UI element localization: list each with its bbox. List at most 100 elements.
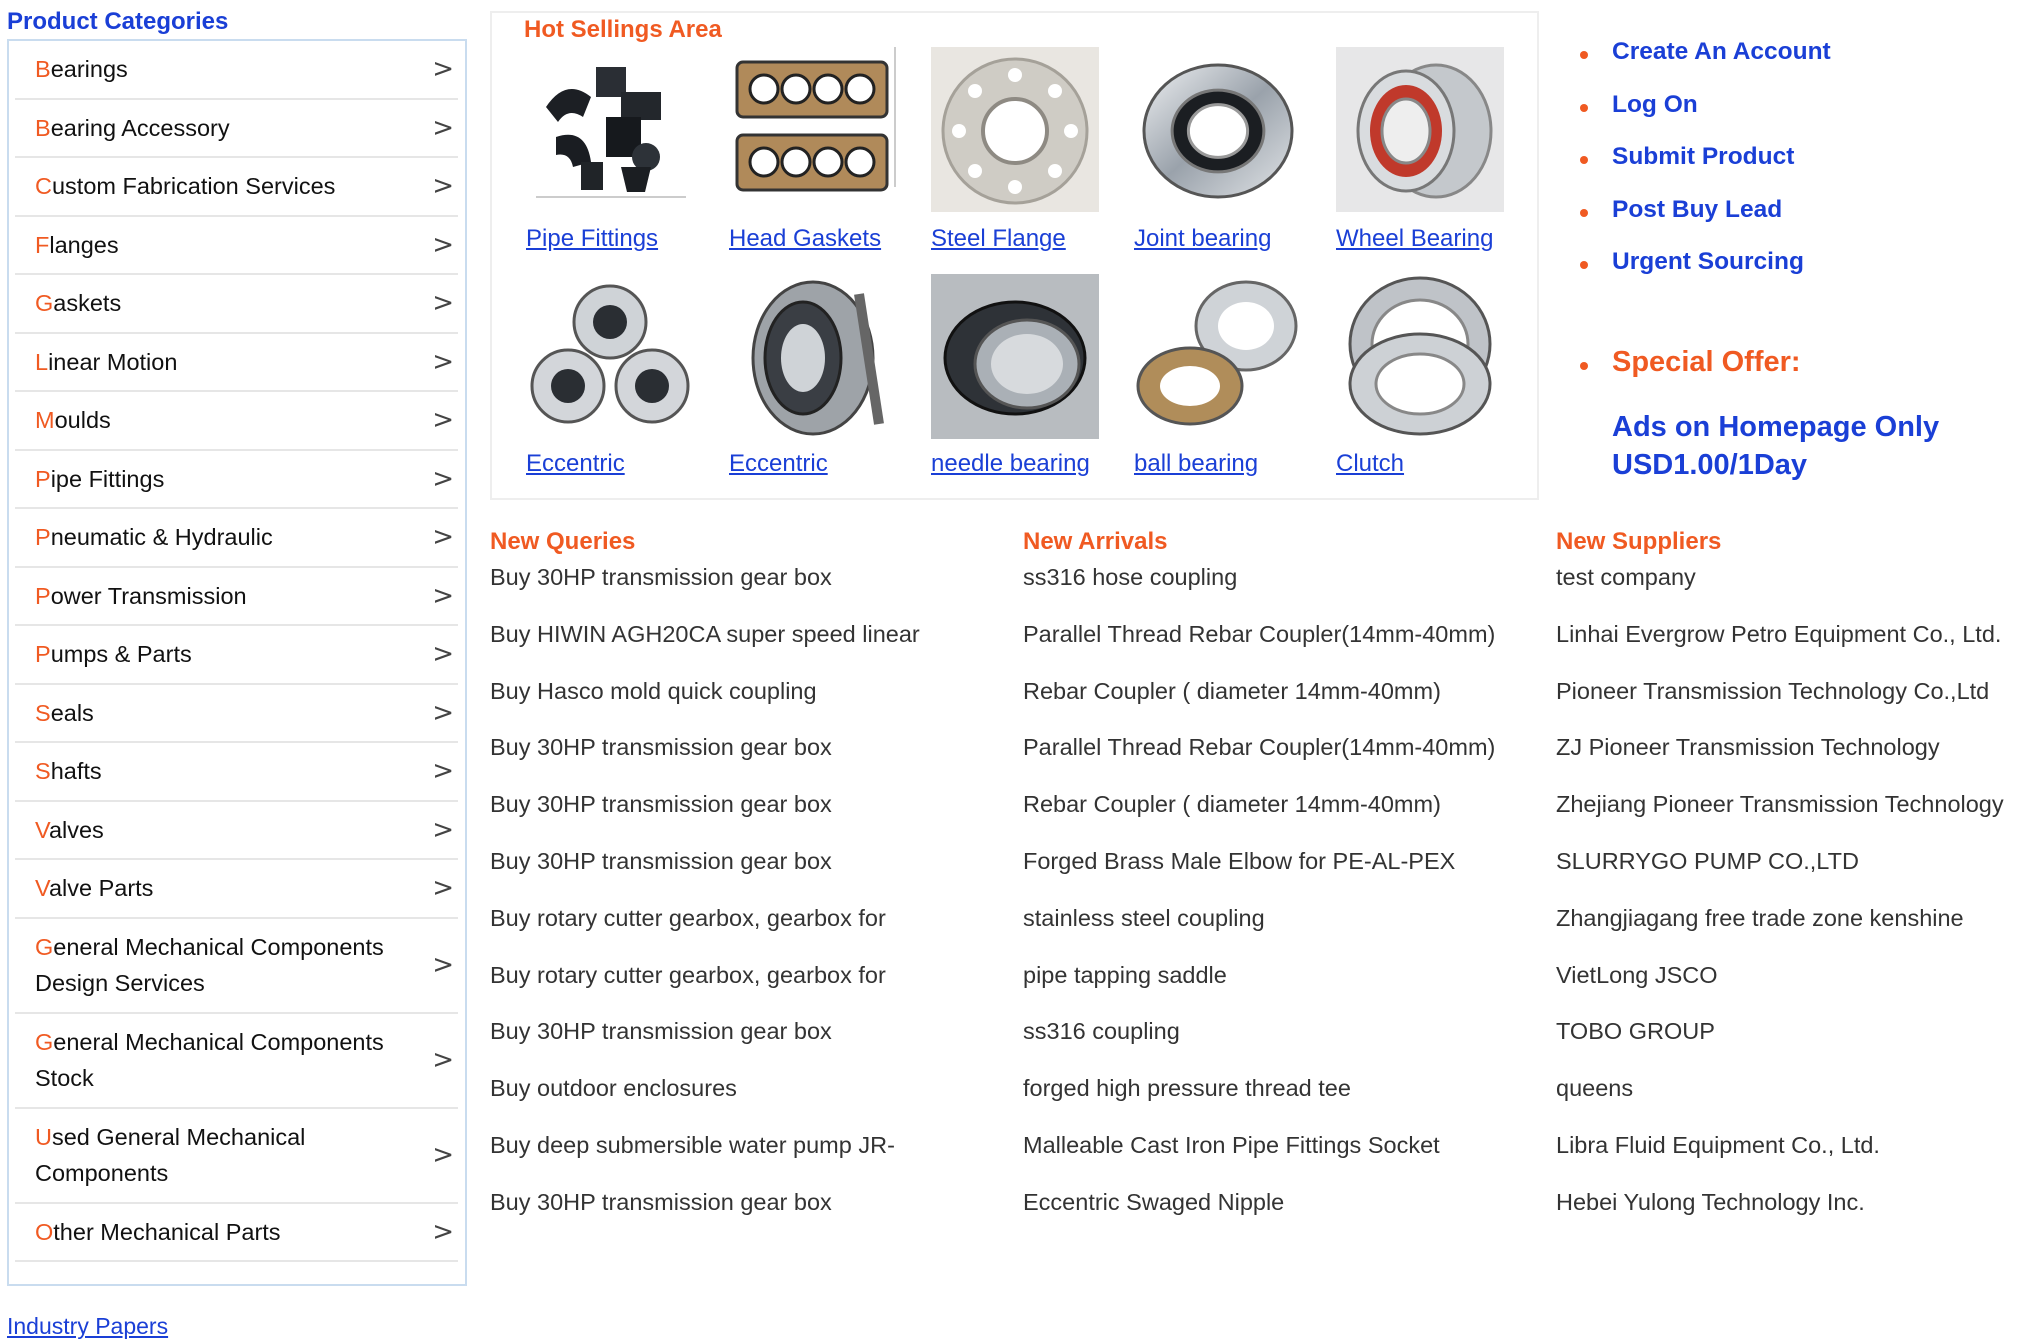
chevron-right-icon: >: [432, 171, 454, 202]
query-item[interactable]: Buy outdoor enclosures: [490, 1073, 920, 1130]
chevron-right-icon: >: [432, 1216, 454, 1247]
thrust-ball-bearing-image[interactable]: [1134, 274, 1302, 439]
hot-product-item[interactable]: ball bearing: [1134, 274, 1304, 477]
category-label: Linear Motion: [35, 348, 178, 375]
arrival-item[interactable]: Eccentric Swaged Nipple: [1023, 1187, 1495, 1244]
hot-product-item[interactable]: Eccentric: [729, 274, 899, 477]
query-item[interactable]: Buy 30HP transmission gear box: [490, 846, 920, 903]
category-item[interactable]: Power Transmission >: [15, 568, 458, 626]
category-item[interactable]: Used General Mechanical Components >: [15, 1109, 458, 1204]
create-account-link[interactable]: Create An Account: [1580, 38, 1831, 66]
hot-product-link[interactable]: Eccentric: [729, 450, 828, 478]
hot-product-item[interactable]: Steel Flange: [931, 47, 1101, 252]
eccentric-bearings-image[interactable]: [526, 274, 694, 439]
category-item[interactable]: Linear Motion >: [15, 334, 458, 392]
category-item[interactable]: General Mechanical Components Stock >: [15, 1014, 458, 1109]
supplier-item[interactable]: ZJ Pioneer Transmission Technology: [1556, 732, 2004, 789]
hot-product-item[interactable]: Eccentric: [526, 274, 696, 477]
head-gaskets-image[interactable]: [729, 47, 897, 212]
urgent-sourcing-link[interactable]: Urgent Sourcing: [1580, 248, 1804, 276]
arrival-item[interactable]: pipe tapping saddle: [1023, 960, 1495, 1017]
category-item[interactable]: Custom Fabrication Services >: [15, 158, 458, 217]
category-item[interactable]: Pumps & Parts >: [15, 626, 458, 685]
category-item[interactable]: General Mechanical Components Design Ser…: [15, 919, 458, 1014]
supplier-item[interactable]: SLURRYGO PUMP CO.,LTD: [1556, 846, 2004, 903]
supplier-item[interactable]: queens: [1556, 1073, 2004, 1130]
hot-product-link[interactable]: Eccentric: [526, 450, 625, 478]
supplier-item[interactable]: VietLong JSCO: [1556, 960, 2004, 1017]
category-item[interactable]: Bearing Accessory >: [15, 100, 458, 158]
category-item[interactable]: Shafts >: [15, 743, 458, 802]
clutch-bearing-image[interactable]: [1336, 274, 1504, 439]
hot-product-item[interactable]: Head Gaskets: [729, 47, 899, 252]
steel-flange-image[interactable]: [931, 47, 1099, 212]
arrival-item[interactable]: Parallel Thread Rebar Coupler(14mm-40mm): [1023, 732, 1495, 789]
query-item[interactable]: Buy 30HP transmission gear box: [490, 562, 920, 619]
hot-product-item[interactable]: Wheel Bearing: [1336, 47, 1506, 252]
hot-product-link[interactable]: Head Gaskets: [729, 225, 881, 253]
supplier-item[interactable]: TOBO GROUP: [1556, 1016, 2004, 1073]
supplier-item[interactable]: Hebei Yulong Technology Inc.: [1556, 1187, 2004, 1244]
bullet-icon: [1580, 261, 1588, 269]
arrival-item[interactable]: Parallel Thread Rebar Coupler(14mm-40mm): [1023, 619, 1495, 676]
wheel-bearing-image[interactable]: [1336, 47, 1504, 212]
special-offer-text[interactable]: Ads on Homepage Only USD1.00/1Day: [1612, 408, 1939, 484]
needle-bearing-image[interactable]: [931, 274, 1099, 439]
hot-product-item[interactable]: Clutch: [1336, 274, 1506, 477]
category-item[interactable]: Bearings >: [15, 41, 458, 100]
category-item[interactable]: Flanges >: [15, 217, 458, 275]
log-on-link[interactable]: Log On: [1580, 91, 1698, 119]
category-item[interactable]: Moulds >: [15, 392, 458, 451]
industry-papers-link[interactable]: Industry Papers: [7, 1313, 168, 1340]
query-item[interactable]: Buy deep submersible water pump JR-: [490, 1130, 920, 1187]
query-item[interactable]: Buy Hasco mold quick coupling: [490, 676, 920, 733]
hot-product-item[interactable]: Joint bearing: [1134, 47, 1304, 252]
pipe-fittings-image[interactable]: [526, 47, 694, 212]
supplier-item[interactable]: Pioneer Transmission Technology Co.,Ltd: [1556, 676, 2004, 733]
submit-product-link[interactable]: Submit Product: [1580, 143, 1794, 171]
tapered-bearing-image[interactable]: [729, 274, 897, 439]
query-item[interactable]: Buy 30HP transmission gear box: [490, 1187, 920, 1244]
hot-product-item[interactable]: Pipe Fittings: [526, 47, 696, 252]
hot-product-link[interactable]: Clutch: [1336, 450, 1404, 478]
supplier-item[interactable]: Libra Fluid Equipment Co., Ltd.: [1556, 1130, 2004, 1187]
post-buy-lead-link[interactable]: Post Buy Lead: [1580, 196, 1782, 224]
arrival-item[interactable]: ss316 coupling: [1023, 1016, 1495, 1073]
category-item[interactable]: Other Mechanical Parts >: [15, 1204, 458, 1262]
category-item[interactable]: Valve Parts >: [15, 860, 458, 919]
arrival-item[interactable]: stainless steel coupling: [1023, 903, 1495, 960]
query-item[interactable]: Buy rotary cutter gearbox, gearbox for: [490, 960, 920, 1017]
category-item[interactable]: Pneumatic & Hydraulic >: [15, 509, 458, 568]
supplier-item[interactable]: test company: [1556, 562, 2004, 619]
hot-product-link[interactable]: ball bearing: [1134, 450, 1258, 478]
joint-bearing-image[interactable]: [1134, 47, 1302, 212]
supplier-item[interactable]: Linhai Evergrow Petro Equipment Co., Ltd…: [1556, 619, 2004, 676]
category-item[interactable]: Pipe Fittings >: [15, 451, 458, 509]
arrival-item[interactable]: Rebar Coupler ( diameter 14mm-40mm): [1023, 789, 1495, 846]
query-item[interactable]: Buy 30HP transmission gear box: [490, 732, 920, 789]
hot-product-link[interactable]: Pipe Fittings: [526, 225, 658, 253]
hot-product-link[interactable]: Joint bearing: [1134, 225, 1271, 253]
category-item[interactable]: Seals >: [15, 685, 458, 743]
arrival-item[interactable]: ss316 hose coupling: [1023, 562, 1495, 619]
hot-product-link[interactable]: needle bearing: [931, 450, 1090, 478]
supplier-item[interactable]: Zhangjiagang free trade zone kenshine: [1556, 903, 2004, 960]
chevron-right-icon: >: [432, 112, 454, 143]
supplier-item[interactable]: Zhejiang Pioneer Transmission Technology: [1556, 789, 2004, 846]
query-item[interactable]: Buy rotary cutter gearbox, gearbox for: [490, 903, 920, 960]
arrival-item[interactable]: Rebar Coupler ( diameter 14mm-40mm): [1023, 676, 1495, 733]
query-item[interactable]: Buy 30HP transmission gear box: [490, 789, 920, 846]
hot-product-link[interactable]: Wheel Bearing: [1336, 225, 1493, 253]
arrival-item[interactable]: forged high pressure thread tee: [1023, 1073, 1495, 1130]
query-item[interactable]: Buy 30HP transmission gear box: [490, 1016, 920, 1073]
category-item[interactable]: Valves >: [15, 802, 458, 860]
hot-product-link[interactable]: Steel Flange: [931, 225, 1066, 253]
hot-product-item[interactable]: needle bearing: [931, 274, 1101, 477]
category-item[interactable]: Gaskets >: [15, 275, 458, 334]
query-item[interactable]: Buy HIWIN AGH20CA super speed linear: [490, 619, 920, 676]
arrival-item[interactable]: Forged Brass Male Elbow for PE-AL-PEX: [1023, 846, 1495, 903]
new-arrivals-list: ss316 hose coupling Parallel Thread Rebar…: [1023, 562, 1495, 1244]
special-offer-heading: Special Offer:: [1580, 346, 1801, 379]
chevron-right-icon: >: [432, 873, 454, 904]
arrival-item[interactable]: Malleable Cast Iron Pipe Fittings Socket: [1023, 1130, 1495, 1187]
